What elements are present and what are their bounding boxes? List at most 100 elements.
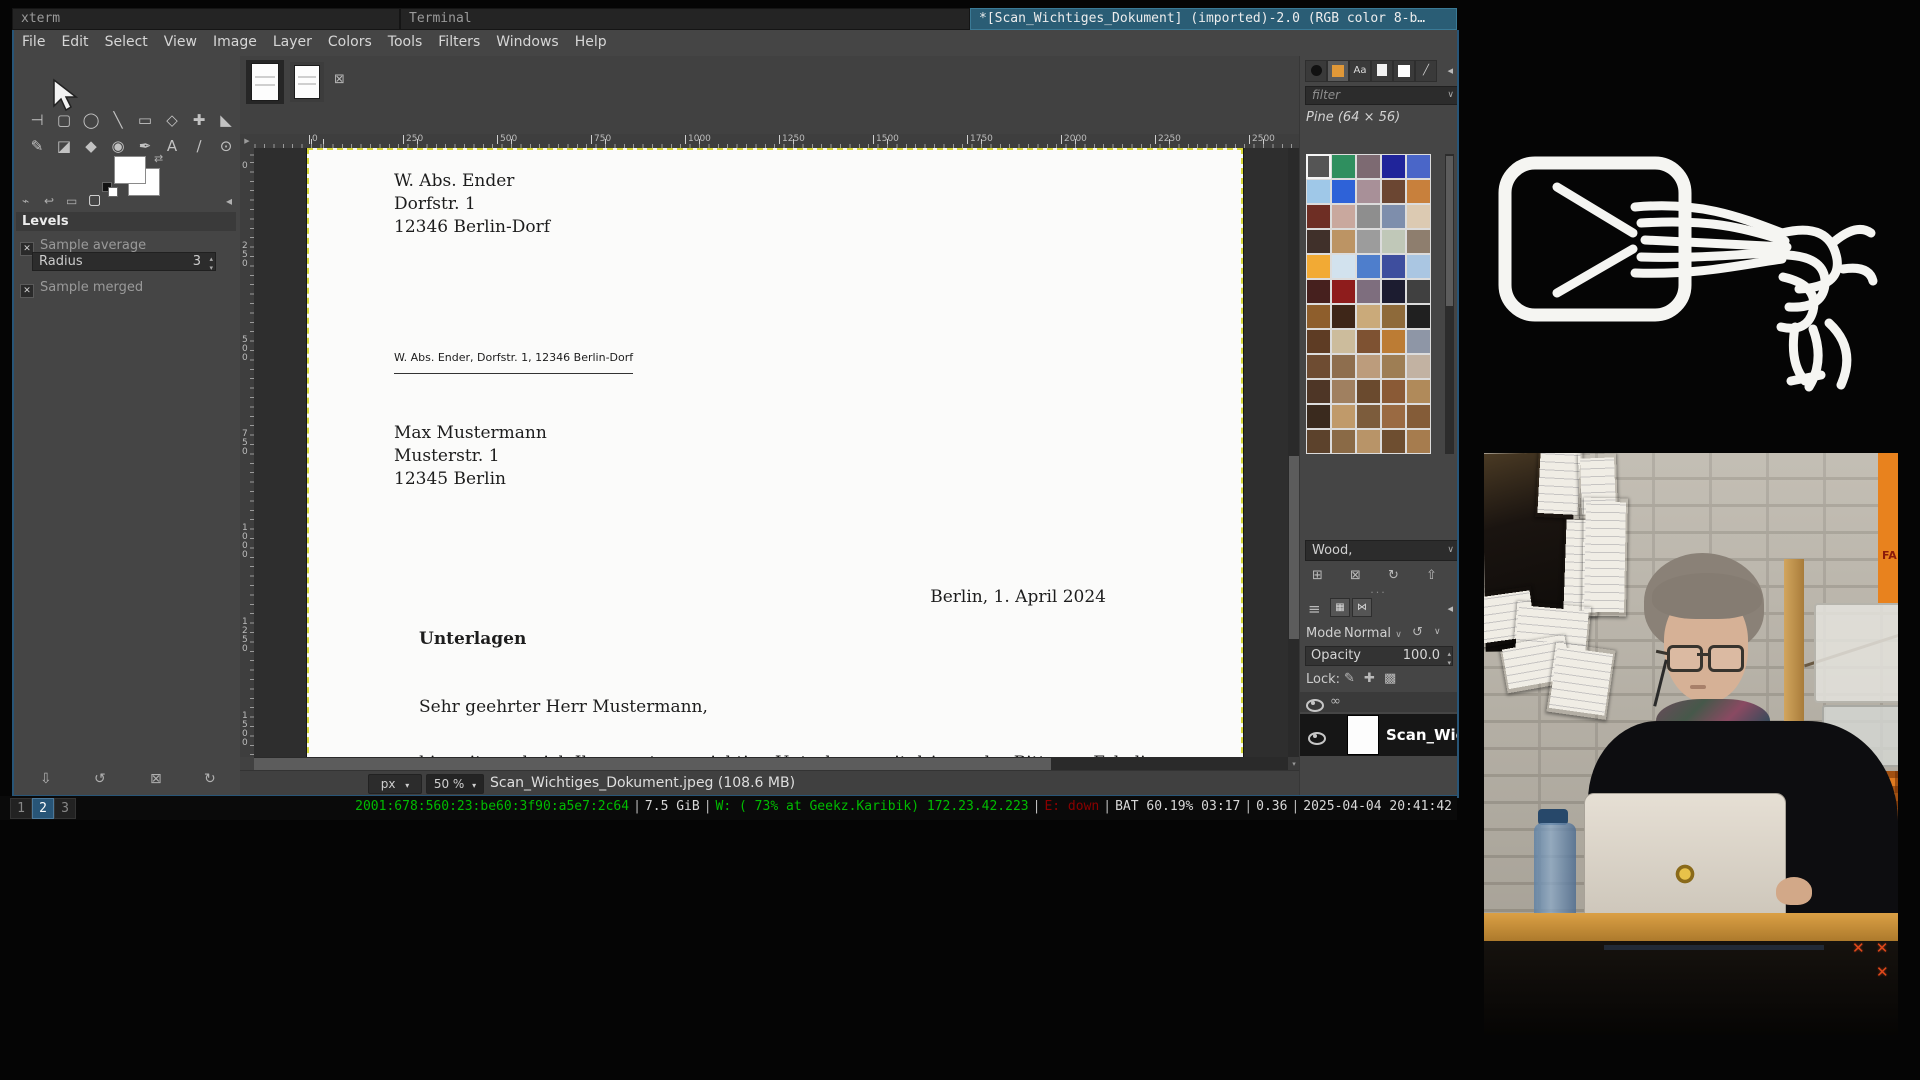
horizontal-scrollbar-thumb[interactable] xyxy=(254,758,1051,770)
tool-warp-icon[interactable]: ✚ xyxy=(186,108,212,132)
undo-history-icon[interactable]: ↩ xyxy=(44,194,54,208)
sample-merged-checkbox[interactable]: ✕Sample merged xyxy=(20,276,143,298)
pattern-swatch[interactable] xyxy=(1331,204,1356,229)
duplicate-icon[interactable]: ⊞ xyxy=(1312,568,1323,583)
pattern-swatch[interactable] xyxy=(1331,254,1356,279)
pattern-swatch[interactable] xyxy=(1356,254,1381,279)
menu-layer[interactable]: Layer xyxy=(271,30,314,54)
tool-transform-icon[interactable]: ◇ xyxy=(159,108,185,132)
pattern-swatch[interactable] xyxy=(1306,354,1331,379)
gradients-tab-icon[interactable]: ╱ xyxy=(1415,60,1437,82)
dock-tab-icon[interactable]: ▢ xyxy=(88,192,101,208)
pattern-swatch[interactable] xyxy=(1356,379,1381,404)
workspace-button-1[interactable]: 1 xyxy=(10,798,32,819)
pattern-swatch[interactable] xyxy=(1306,429,1331,454)
fonts-tab-icon[interactable]: Aa xyxy=(1349,60,1371,82)
tool-zoom-icon[interactable]: ⊙ xyxy=(213,134,239,158)
pattern-swatch[interactable] xyxy=(1356,329,1381,354)
pattern-swatch[interactable] xyxy=(1381,429,1406,454)
tool-eraser-icon[interactable]: ◪ xyxy=(51,134,77,158)
delete-icon[interactable]: ⊠ xyxy=(1350,568,1361,583)
tool-bucket-fill-icon[interactable]: ◣ xyxy=(213,108,239,132)
tool-align-icon[interactable]: ⊣ xyxy=(24,108,50,132)
pattern-swatch[interactable] xyxy=(1356,179,1381,204)
lock-position-icon[interactable]: ✚ xyxy=(1364,671,1375,686)
pattern-swatch[interactable] xyxy=(1406,204,1431,229)
opacity-slider[interactable]: Opacity 100.0 ▴ ▾ xyxy=(1305,646,1453,666)
pattern-swatch[interactable] xyxy=(1306,179,1331,204)
pattern-swatch[interactable] xyxy=(1356,204,1381,229)
pattern-swatch[interactable] xyxy=(1331,329,1356,354)
vertical-scrollbar-thumb[interactable] xyxy=(1289,456,1299,639)
link-header-icon[interactable]: ∞ xyxy=(1330,694,1341,709)
tool-smudge-icon[interactable]: ◉ xyxy=(105,134,131,158)
menu-edit[interactable]: Edit xyxy=(59,30,90,54)
pattern-swatch[interactable] xyxy=(1381,379,1406,404)
pattern-swatch[interactable] xyxy=(1356,404,1381,429)
pattern-swatch[interactable] xyxy=(1356,304,1381,329)
pattern-swatch[interactable] xyxy=(1381,179,1406,204)
pattern-swatch[interactable] xyxy=(1406,254,1431,279)
layer-thumbnail[interactable] xyxy=(1348,716,1378,754)
spinner-down-icon[interactable]: ▾ xyxy=(1447,654,1451,672)
tool-color-picker-icon[interactable]: ∕ xyxy=(186,134,212,158)
pattern-scrollbar[interactable] xyxy=(1445,154,1454,454)
pattern-swatch[interactable] xyxy=(1381,354,1406,379)
chevron-down-icon[interactable]: ∨ xyxy=(1434,627,1441,637)
unit-dropdown[interactable]: px ▾ xyxy=(368,774,422,794)
pattern-swatch[interactable] xyxy=(1381,204,1406,229)
pattern-swatch[interactable] xyxy=(1381,404,1406,429)
pattern-swatch[interactable] xyxy=(1381,279,1406,304)
tool-paintbrush-icon[interactable]: ✎ xyxy=(24,134,50,158)
channels-tab-icon[interactable]: ▦ xyxy=(1330,598,1350,617)
device-status-icon[interactable]: ▭ xyxy=(66,194,77,208)
pattern-swatch[interactable] xyxy=(1306,329,1331,354)
pattern-swatch[interactable] xyxy=(1381,304,1406,329)
pattern-swatch[interactable] xyxy=(1306,279,1331,304)
pattern-swatch[interactable] xyxy=(1406,429,1431,454)
save-tool-preset-icon[interactable]: ⇩ xyxy=(40,771,52,787)
dock-expander-icon[interactable]: ◂ xyxy=(1447,64,1453,77)
tool-fuzzy-select-icon[interactable]: ╲ xyxy=(105,108,131,132)
pattern-swatch[interactable] xyxy=(1331,304,1356,329)
pattern-scrollbar-thumb[interactable] xyxy=(1446,156,1453,306)
image-tab[interactable] xyxy=(290,62,324,102)
mode-reset-icon[interactable]: ↺ xyxy=(1412,625,1423,640)
menu-colors[interactable]: Colors xyxy=(326,30,374,54)
pattern-swatch[interactable] xyxy=(1381,154,1406,179)
tool-free-select-icon[interactable]: ◯ xyxy=(78,108,104,132)
spinner-down-icon[interactable]: ▾ xyxy=(209,260,213,277)
layer-row-selected[interactable]: Scan_Wic xyxy=(1300,714,1457,756)
pattern-swatch[interactable] xyxy=(1356,154,1381,179)
layer-visibility-eye-icon[interactable] xyxy=(1308,730,1326,749)
pattern-swatch[interactable] xyxy=(1356,429,1381,454)
document-history-tab-icon[interactable] xyxy=(1371,60,1393,82)
window-title-gimp-active[interactable]: *[Scan_Wichtiges_Dokument] (imported)-2.… xyxy=(970,8,1457,30)
pattern-swatch[interactable] xyxy=(1356,279,1381,304)
menu-file[interactable]: File xyxy=(20,30,47,54)
pattern-filter-input[interactable]: filter ∨ xyxy=(1305,86,1459,105)
pattern-swatch[interactable] xyxy=(1306,379,1331,404)
pattern-swatch[interactable] xyxy=(1331,429,1356,454)
pattern-swatch[interactable] xyxy=(1381,254,1406,279)
pattern-swatch[interactable] xyxy=(1406,379,1431,404)
dock-expander-icon[interactable]: ◂ xyxy=(1447,602,1453,615)
menu-select[interactable]: Select xyxy=(103,30,150,54)
pattern-swatch[interactable] xyxy=(1331,279,1356,304)
tool-crop-icon[interactable]: ▭ xyxy=(132,108,158,132)
dock-grip-dots[interactable]: ··· xyxy=(1300,586,1457,599)
pattern-swatch[interactable] xyxy=(1406,329,1431,354)
menu-image[interactable]: Image xyxy=(211,30,259,54)
tool-clone-icon[interactable]: ◆ xyxy=(78,134,104,158)
zoom-dropdown[interactable]: 50 % ▾ xyxy=(426,774,484,794)
image-tab-active[interactable] xyxy=(246,60,284,104)
lock-alpha-icon[interactable]: ▩ xyxy=(1384,671,1396,686)
layers-tab-icon[interactable]: ≡ xyxy=(1308,600,1321,618)
restore-tool-preset-icon[interactable]: ↺ xyxy=(94,771,106,787)
lock-pixels-icon[interactable]: ✎ xyxy=(1344,671,1355,686)
radius-input[interactable]: Radius 3 ▴ ▾ xyxy=(32,252,216,271)
swap-colors-icon[interactable]: ⇄ xyxy=(154,152,163,165)
pattern-swatch[interactable] xyxy=(1331,404,1356,429)
tool-options-icon[interactable]: ⌁ xyxy=(22,194,29,208)
palettes-tab-icon[interactable] xyxy=(1393,60,1415,82)
